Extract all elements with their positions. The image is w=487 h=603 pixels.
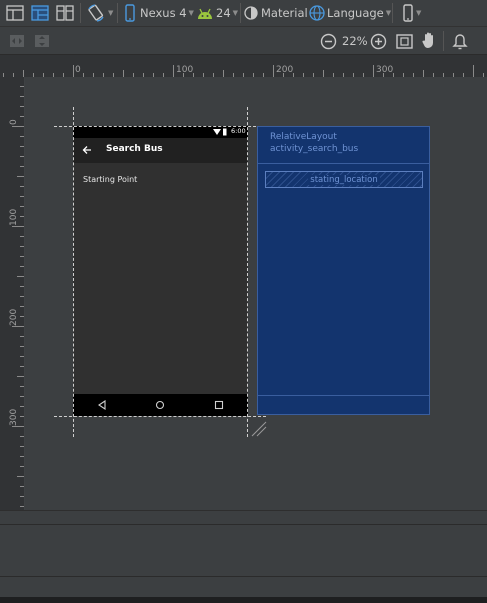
language-selector[interactable]: Language ▼	[309, 3, 391, 23]
variants-button[interactable]: ▼	[402, 3, 421, 23]
pan-tool-button[interactable]	[421, 30, 437, 50]
ruler-label: 200	[276, 65, 294, 75]
device-selector[interactable]: Nexus 4 ▼	[124, 3, 194, 23]
bottom-panel	[0, 551, 487, 577]
blueprint-view-icon	[31, 5, 49, 21]
hand-icon	[422, 32, 433, 49]
android-icon	[198, 8, 212, 19]
status-time: 6:00	[231, 127, 246, 135]
blueprint-preview[interactable]: RelativeLayout activity_search_bus stati…	[257, 126, 430, 415]
ruler-label: 300	[9, 408, 19, 426]
app-bar-title: Search Bus	[106, 144, 163, 154]
horizontal-scrollbar[interactable]	[0, 510, 487, 525]
navigation-bar	[73, 394, 248, 416]
vertical-ruler: 0 100 200 300	[0, 77, 25, 510]
horizontal-ruler: 0 100 200 300	[0, 55, 487, 78]
language-label: Language	[327, 6, 384, 20]
blueprint-child-id: stating_location	[308, 174, 380, 185]
resize-handle-icon[interactable]	[250, 420, 268, 438]
status-strip	[0, 597, 487, 603]
theme-icon	[244, 6, 258, 20]
toolbar-divider	[392, 3, 393, 23]
api-level-selector[interactable]: 24 ▼	[196, 3, 238, 23]
chevron-down-icon: ▼	[232, 9, 239, 17]
toolbar-divider	[240, 3, 241, 23]
bell-icon	[452, 33, 468, 49]
device-preview[interactable]: 6:00 Search Bus Starting Point	[73, 126, 248, 416]
blueprint-root-bounds	[258, 163, 429, 396]
globe-icon	[309, 5, 325, 21]
zoom-in-button[interactable]	[370, 31, 387, 51]
nav-home-icon	[155, 400, 165, 410]
vertical-ruler-ticks	[12, 86, 24, 507]
blueprint-stating-location[interactable]: stating_location	[265, 171, 423, 188]
zoom-to-fit-button[interactable]	[396, 31, 413, 51]
status-icons	[213, 128, 227, 136]
back-arrow-icon[interactable]	[82, 145, 92, 155]
status-bar: 6:00	[73, 126, 248, 138]
ruler-label: 0	[9, 119, 19, 125]
ruler-label: 0	[75, 65, 81, 75]
device-variants-icon	[403, 4, 413, 22]
rotate-device-icon	[88, 4, 104, 22]
root-layout-id: activity_search_bus	[270, 144, 359, 154]
chevron-down-icon: ▼	[188, 9, 194, 17]
layout-editor-toolbar: ▼ Nexus 4 ▼ 24 ▼ Material Language ▼ ▼	[0, 0, 487, 27]
nav-recents-icon	[214, 400, 224, 410]
selection-guide	[247, 107, 248, 437]
canvas-toolbar: 22%	[0, 27, 487, 55]
zoom-level: 22%	[342, 34, 368, 48]
toolbar-divider	[117, 3, 118, 23]
horizontal-ruler-ticks	[3, 65, 484, 77]
selection-guide	[54, 416, 266, 417]
chevron-down-icon: ▼	[416, 9, 422, 17]
notifications-button[interactable]	[452, 31, 468, 51]
design-view-button[interactable]	[6, 3, 24, 23]
pan-horizontal-button[interactable]	[9, 31, 25, 51]
toolbar-divider	[443, 31, 444, 51]
selection-guide	[73, 107, 74, 437]
selection-guide	[54, 126, 266, 127]
expand-vertical-icon	[35, 35, 49, 47]
ruler-label: 300	[376, 65, 394, 75]
zoom-in-icon	[370, 33, 387, 49]
theme-selector[interactable]: Material	[244, 3, 308, 23]
chevron-down-icon: ▼	[108, 9, 114, 17]
ruler-label: 100	[9, 208, 19, 226]
theme-label: Material	[261, 6, 308, 20]
app-bar: Search Bus	[73, 138, 248, 163]
ruler-label: 100	[176, 65, 194, 75]
toolbar-divider	[80, 3, 81, 23]
phone-icon	[125, 4, 135, 22]
chevron-down-icon: ▼	[385, 9, 392, 17]
orientation-button[interactable]: ▼	[86, 3, 113, 23]
bottom-panel	[0, 524, 487, 552]
both-views-button[interactable]	[56, 3, 74, 23]
fit-screen-icon	[396, 33, 413, 49]
nav-back-icon	[98, 400, 106, 410]
device-label: Nexus 4	[140, 6, 187, 20]
starting-point-label[interactable]: Starting Point	[83, 175, 137, 184]
split-view-icon	[56, 5, 74, 21]
bottom-panel	[0, 577, 487, 597]
zoom-out-icon	[320, 33, 337, 49]
ruler-label: 200	[9, 308, 19, 326]
blueprint-view-button[interactable]	[31, 3, 49, 23]
design-view-icon	[6, 5, 24, 21]
root-layout-type: RelativeLayout	[270, 132, 337, 142]
api-level-label: 24	[216, 6, 231, 20]
pan-vertical-button[interactable]	[34, 31, 50, 51]
zoom-out-button[interactable]	[320, 31, 337, 51]
expand-horizontal-icon	[10, 35, 24, 47]
